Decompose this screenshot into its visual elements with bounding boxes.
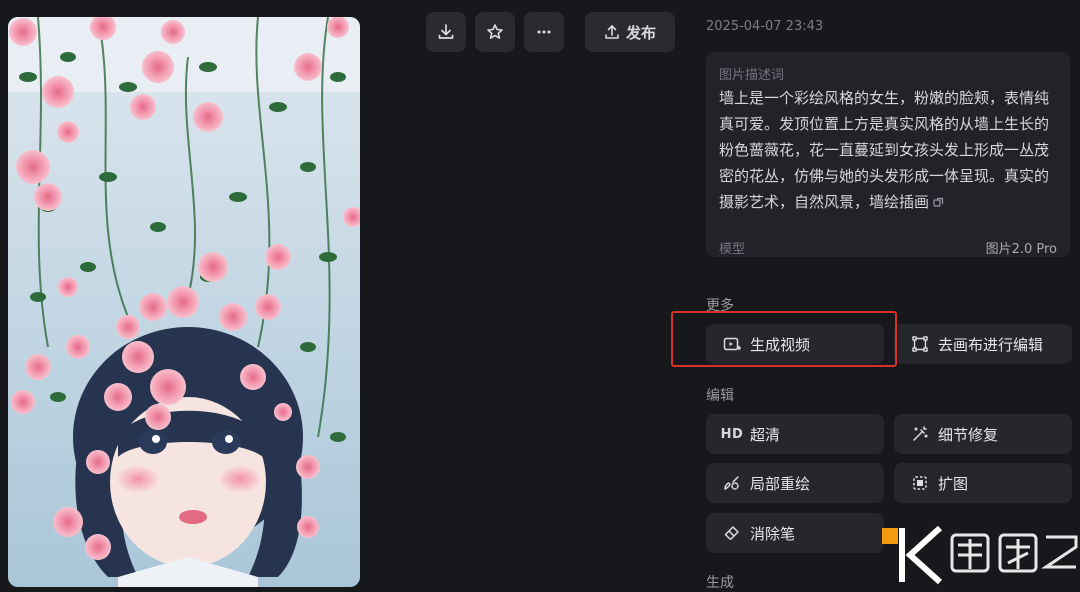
section-more-title: 更多 bbox=[706, 298, 734, 314]
section-edit-title: 编辑 bbox=[706, 388, 734, 404]
timestamp: 2025-04-07 23:43 bbox=[706, 19, 824, 34]
upscale-hd-button[interactable]: HD 超清 bbox=[706, 414, 884, 454]
upscale-hd-label: 超清 bbox=[750, 425, 781, 444]
eraser-icon bbox=[722, 523, 742, 543]
magic-wand-icon bbox=[910, 424, 930, 444]
star-icon bbox=[486, 23, 504, 41]
more-button[interactable] bbox=[524, 12, 564, 52]
detail-repair-button[interactable]: 细节修复 bbox=[894, 414, 1072, 454]
description-body: 墙上是一个彩绘风格的女生，粉嫩的脸颊，表情纯真可爱。发顶位置上方是真实风格的从墙… bbox=[719, 89, 1050, 211]
generate-video-button[interactable]: 生成视频 bbox=[706, 324, 884, 364]
edit-on-canvas-label: 去画布进行编辑 bbox=[938, 335, 1044, 354]
download-icon bbox=[437, 23, 455, 41]
eraser-button[interactable]: 消除笔 bbox=[706, 513, 884, 553]
generated-image[interactable] bbox=[8, 17, 360, 587]
inpaint-label: 局部重绘 bbox=[750, 474, 811, 493]
favorite-button[interactable] bbox=[475, 12, 515, 52]
video-icon bbox=[722, 334, 742, 354]
outpaint-button[interactable]: 扩图 bbox=[894, 463, 1072, 503]
watermark-logo bbox=[880, 525, 1080, 585]
brush-icon bbox=[722, 473, 742, 493]
upload-icon bbox=[604, 24, 620, 40]
hd-icon: HD bbox=[720, 426, 744, 442]
eraser-label: 消除笔 bbox=[750, 524, 796, 543]
model-value: 图片2.0 Pro bbox=[985, 242, 1057, 257]
expand-icon bbox=[910, 473, 930, 493]
description-card: 图片描述词 墙上是一个彩绘风格的女生，粉嫩的脸颊，表情纯真可爱。发顶位置上方是真… bbox=[706, 52, 1070, 257]
more-icon bbox=[535, 23, 553, 41]
description-label: 图片描述词 bbox=[719, 68, 785, 83]
section-generate-title: 生成 bbox=[706, 575, 734, 591]
description-text: 墙上是一个彩绘风格的女生，粉嫩的脸颊，表情纯真可爱。发顶位置上方是真实风格的从墙… bbox=[719, 85, 1059, 216]
edit-on-canvas-button[interactable]: 去画布进行编辑 bbox=[894, 324, 1072, 364]
publish-label: 发布 bbox=[625, 23, 656, 42]
outpaint-label: 扩图 bbox=[938, 474, 969, 493]
copy-icon[interactable] bbox=[933, 190, 944, 216]
publish-button[interactable]: 发布 bbox=[585, 12, 675, 52]
detail-repair-label: 细节修复 bbox=[938, 425, 999, 444]
inpaint-button[interactable]: 局部重绘 bbox=[706, 463, 884, 503]
model-label: 模型 bbox=[719, 242, 746, 257]
download-button[interactable] bbox=[426, 12, 466, 52]
generate-video-label: 生成视频 bbox=[750, 335, 811, 354]
canvas-edit-icon bbox=[910, 334, 930, 354]
